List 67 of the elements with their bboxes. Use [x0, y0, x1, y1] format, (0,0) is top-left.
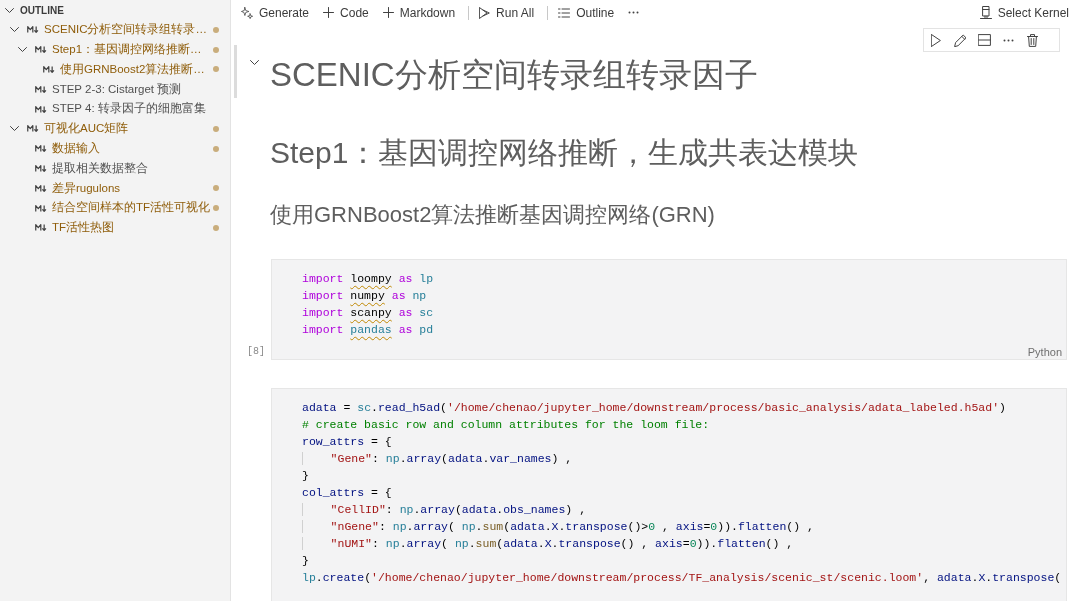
markdown-icon: [35, 85, 47, 93]
code-cell[interactable]: import loompy as lp import numpy as np import scanpy as sc import pandas as pd Python: [271, 259, 1067, 360]
outline-item[interactable]: 可视化AUC矩阵: [0, 119, 230, 139]
heading: Step1：基因调控网络推断，生成共表达模块: [270, 135, 859, 171]
heading: SCENIC分析空间转录组转录因子: [270, 55, 758, 95]
generate-button[interactable]: Generate: [236, 3, 315, 22]
code-line: import pandas as pd: [302, 322, 434, 338]
markdown-icon: [27, 125, 39, 133]
play-icon: [931, 33, 941, 47]
markdown-icon: [35, 204, 47, 212]
outline-item[interactable]: 提取相关数据整合: [0, 158, 230, 179]
code-line: "nUMI": np.array( np.sum(adata.X.transpose() , axis=0)).flatten() ,: [302, 535, 794, 552]
chevron-down-icon[interactable]: [9, 126, 19, 132]
split-icon: [977, 34, 991, 46]
add-code-button[interactable]: Code: [318, 3, 374, 22]
markdown-icon: [35, 224, 47, 232]
add-markdown-button[interactable]: Markdown: [377, 3, 461, 22]
code-line: row_attrs = {: [302, 434, 392, 450]
markdown-icon: [43, 66, 55, 73]
outline-button[interactable]: Outline: [553, 3, 620, 22]
run-all-icon: [479, 6, 491, 19]
code-line: import loompy as lp: [302, 271, 434, 287]
code-line: col_attrs = {: [302, 485, 392, 501]
code-line: import numpy as np: [302, 288, 427, 304]
select-kernel-button[interactable]: Select Kernel: [974, 3, 1070, 22]
markdown-icon: [35, 164, 47, 172]
chevron-down-icon[interactable]: [5, 7, 14, 13]
plus-icon: [382, 7, 394, 18]
outline-item[interactable]: 差异rugulons: [0, 178, 230, 199]
chevron-down-icon[interactable]: [9, 27, 19, 33]
collapse-chevron-icon[interactable]: [250, 60, 259, 65]
chevron-down-icon[interactable]: [17, 47, 27, 53]
code-line: "CellID": np.array(adata.obs_names) ,: [302, 501, 587, 518]
outline-item[interactable]: 数据输入: [0, 138, 230, 159]
language-label[interactable]: Python: [1027, 346, 1062, 359]
markdown-icon: [27, 26, 39, 34]
markdown-icon: [35, 184, 47, 192]
pencil-icon: [953, 33, 967, 47]
outline-item[interactable]: STEP 4: 转录因子的细胞富集: [0, 99, 230, 119]
code-line: lp.create('/home/chenao/jupyter_home/downstream/process/TF_analysis/scenic_st/scenic.loom', adata.X.transpose(: [302, 570, 1062, 586]
sparkle-icon: [241, 6, 253, 19]
code-line: adata = sc.read_h5ad('/home/chenao/jupyter_home/downstream/process/basic_analysis/adata_labeled.h5ad'): [302, 400, 1006, 416]
trash-icon: [1026, 33, 1038, 47]
markdown-icon: [35, 145, 47, 153]
run-all-button[interactable]: Run All: [474, 3, 540, 22]
outline-item[interactable]: Step1：基因调控网络推断…: [0, 39, 230, 60]
outline-item[interactable]: SCENIC分析空间转录组转录…: [0, 20, 230, 40]
outline-item[interactable]: 结合空间样本的TF活性可视化: [0, 198, 230, 218]
outline-item[interactable]: STEP 2-3: Cistarget 预测: [0, 79, 230, 100]
code-line: import scanpy as sc: [302, 305, 434, 321]
execution-count: [8]: [247, 345, 265, 359]
list-icon: [558, 7, 571, 18]
code-line: }: [302, 553, 309, 569]
plus-icon: [323, 7, 335, 18]
code-line: "Gene": np.array(adata.var_names) ,: [302, 450, 573, 467]
outline-item[interactable]: TF活性热图: [0, 217, 230, 238]
more-icon: [1002, 38, 1014, 42]
server-icon: [979, 6, 992, 19]
code-line: "nGene": np.array( np.sum(adata.X.transpose()>0 , axis=0)).flatten() ,: [302, 518, 814, 535]
heading: 使用GRNBoost2算法推断基因调控网络(GRN): [270, 201, 715, 228]
markdown-icon: [35, 105, 47, 113]
code-line: }: [302, 468, 309, 484]
outline-header[interactable]: OUTLINE: [0, 0, 64, 20]
markdown-icon: [35, 46, 47, 54]
outline-item[interactable]: 使用GRNBoost2算法推断…: [0, 59, 230, 80]
code-line: # create basic row and column attributes for the loom file:: [302, 417, 710, 433]
more-icon: [628, 11, 640, 14]
